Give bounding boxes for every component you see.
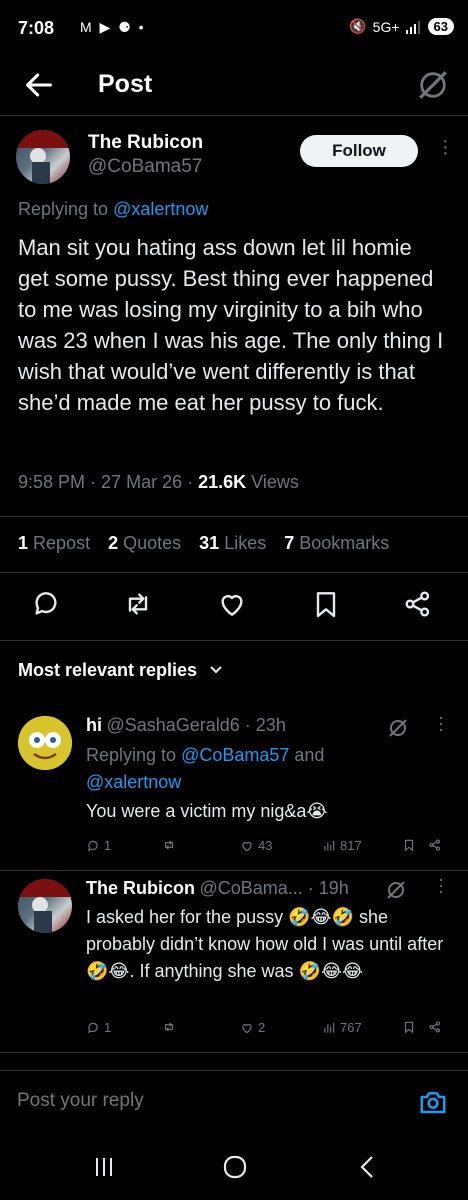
reply-author-handle[interactable]: @CoBama... · 19h	[199, 878, 348, 898]
post-time: 9:58 PM	[18, 472, 86, 492]
views-count: 21.6K	[198, 472, 247, 492]
system-nav-bar	[0, 1130, 468, 1200]
author-name[interactable]: The Rubicon	[88, 132, 203, 154]
likes-stat[interactable]: 31 Likes	[199, 533, 266, 554]
recent-apps-icon[interactable]	[90, 1156, 118, 1178]
chevron-down-icon	[210, 666, 222, 674]
reply-like-action[interactable]: 43	[240, 838, 272, 853]
reply-avatar[interactable]	[18, 879, 72, 933]
post-text: Man sit you hating ass down let lil homi…	[18, 235, 444, 415]
reply-action-bar: 1 43 817	[86, 838, 446, 858]
status-bar: 7:08 M ▶ ⚈ • 🔇 5G+ 63	[0, 0, 468, 56]
more-options-icon[interactable]: · · ·	[442, 131, 449, 163]
replies-sort-dropdown[interactable]: Most relevant replies	[18, 660, 224, 681]
reply-composer	[0, 1070, 468, 1130]
home-icon[interactable]	[222, 1154, 248, 1180]
follow-button[interactable]: Follow	[300, 135, 418, 167]
more-options-icon[interactable]: · · ·	[438, 708, 444, 738]
status-time: 7:08	[18, 18, 55, 38]
replying-to: Replying to @xalertnow	[18, 199, 208, 220]
divider	[0, 572, 468, 573]
reposts-stat[interactable]: 1 Repost	[18, 533, 90, 554]
reply-share-icon[interactable]	[428, 838, 442, 852]
reply-bookmark-icon[interactable]	[402, 838, 416, 852]
reply-views-action[interactable]: 767	[322, 1020, 362, 1035]
network-label: 5G+	[372, 18, 400, 35]
like-icon[interactable]	[216, 588, 248, 620]
reply-bookmark-icon[interactable]	[402, 1020, 416, 1034]
bookmark-icon[interactable]	[310, 588, 342, 620]
back-nav-icon[interactable]	[356, 1154, 380, 1180]
page-title: Post	[98, 70, 153, 98]
top-bar: Post	[0, 56, 468, 116]
bookmarks-stat[interactable]: 7 Bookmarks	[284, 533, 389, 554]
reply-author-name[interactable]: The Rubicon	[86, 878, 195, 898]
grok-icon[interactable]	[384, 878, 408, 902]
replying-to-link[interactable]: @xalertnow	[113, 199, 208, 219]
reply-author-name[interactable]: hi	[86, 715, 102, 735]
replying-to-link[interactable]: @xalertnow	[86, 772, 181, 792]
post-date: 27 Mar 26	[101, 472, 183, 492]
reply-header: The Rubicon @CoBama... · 19h	[86, 878, 349, 899]
status-notification-icons: M ▶ ⚈ •	[80, 19, 146, 35]
divider	[0, 640, 468, 641]
signal-icon	[405, 20, 420, 34]
share-icon[interactable]	[402, 588, 434, 620]
author-avatar[interactable]	[16, 130, 70, 184]
grok-icon[interactable]	[416, 68, 450, 102]
divider	[0, 516, 468, 517]
replying-to-link[interactable]: @CoBama57	[181, 745, 289, 765]
reply-input[interactable]	[17, 1090, 377, 1112]
reply-like-action[interactable]: 2	[240, 1020, 265, 1035]
status-right: 🔇 5G+ 63	[349, 18, 454, 35]
reply-text: I asked her for the pussy 🤣😂🤣 she probab…	[86, 907, 444, 981]
reply-reply-action[interactable]: 1	[86, 838, 111, 853]
replying-to-prefix: Replying to	[18, 199, 114, 219]
reply-repost-action[interactable]	[162, 1020, 176, 1034]
replies-sort-label: Most relevant replies	[18, 660, 198, 680]
reply-avatar[interactable]	[18, 716, 72, 770]
reply-author-handle[interactable]: @SashaGerald6 · 23h	[106, 715, 285, 735]
quotes-stat[interactable]: 2 Quotes	[108, 533, 181, 554]
repost-icon[interactable]	[122, 588, 154, 620]
post-action-bar	[0, 588, 468, 624]
battery-indicator: 63	[427, 18, 454, 35]
reply-views-action[interactable]: 817	[322, 838, 362, 853]
grok-icon[interactable]	[386, 716, 410, 740]
post-meta: 9:58 PM · 27 Mar 26 · 21.6K Views	[18, 472, 299, 492]
views-label: Views	[251, 472, 299, 492]
reply-text: You were a victim my nig&a😭	[86, 801, 328, 821]
mute-icon: 🔇	[349, 18, 367, 34]
reply-reply-action[interactable]: 1	[86, 1020, 111, 1035]
back-arrow-icon[interactable]	[22, 68, 56, 102]
reply-share-icon[interactable]	[428, 1020, 442, 1034]
reply-replying-to: Replying to @CoBama57 and @xalertnow	[86, 745, 325, 792]
reply-repost-action[interactable]	[162, 838, 176, 852]
divider	[0, 1052, 468, 1053]
author-handle[interactable]: @CoBama57	[88, 156, 202, 178]
camera-icon[interactable]	[418, 1087, 448, 1117]
reply-icon[interactable]	[30, 588, 62, 620]
divider	[0, 870, 468, 871]
more-options-icon[interactable]: · · ·	[438, 870, 444, 900]
engagement-stats: 1 Repost 2 Quotes 31 Likes 7 Bookmarks	[18, 533, 389, 554]
reply-action-bar: 1 2 767	[86, 1020, 446, 1040]
reply-header: hi @SashaGerald6 · 23h	[86, 715, 286, 736]
